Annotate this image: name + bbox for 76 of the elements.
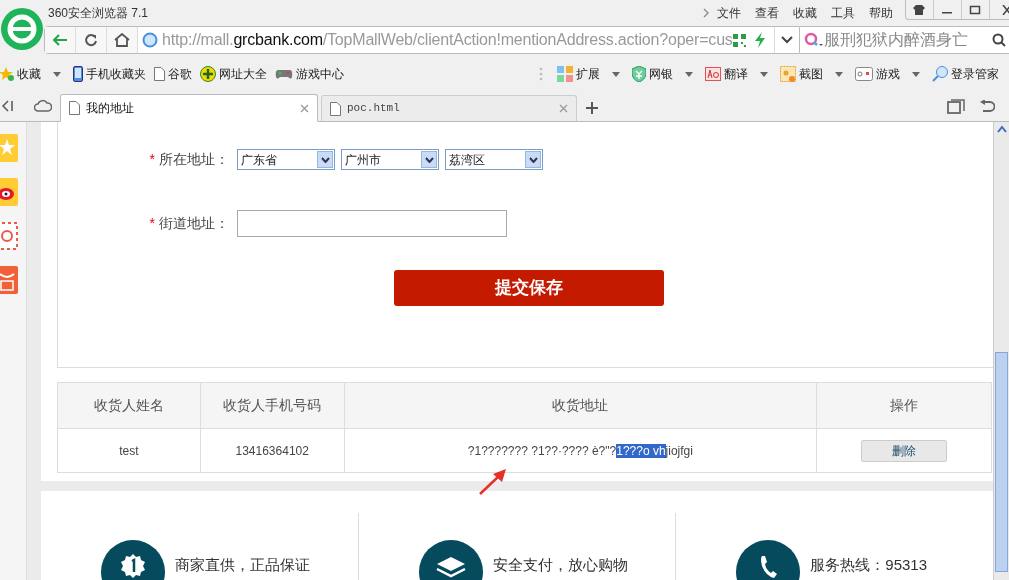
feature-text: 安全支付，放心购物 [492,554,628,575]
street-input-field[interactable] [237,210,507,237]
shopping-bag-icon[interactable] [0,266,18,294]
dropdown-select[interactable]: 广州市 [341,149,439,170]
caret-icon[interactable] [612,71,620,77]
bookmark-link[interactable]: 网址大全 [200,65,267,83]
undo-icon[interactable] [979,100,995,114]
delete-button[interactable]: 删除 [861,439,948,462]
maximize-icon[interactable] [969,4,982,15]
extension-button[interactable]: 游戏 [855,65,900,83]
collapse-icon[interactable] [2,99,16,113]
column-header: 收货人姓名 [57,382,201,429]
field-label: 街道地址： [159,214,229,233]
menu-item[interactable]: 帮助 [868,4,893,22]
feature-text: 商家直供，正品保证 [175,554,310,575]
magnifier-icon[interactable] [932,66,948,82]
translate-icon[interactable] [705,67,721,81]
caret-icon[interactable] [912,71,920,77]
page-icon [330,101,341,116]
page-icon [69,101,80,115]
close-icon[interactable] [1000,4,1009,15]
annotation-arrow [478,468,508,496]
feature-text: 服务热线：95313 [810,554,928,575]
extension-button[interactable]: 翻译 [705,65,748,83]
bookmark-link[interactable]: 游戏中心 [275,65,344,83]
menu-item[interactable]: 文件 [716,4,741,22]
star-icon[interactable] [0,67,14,81]
bookmark-link[interactable]: 谷歌 [154,65,192,83]
extension-button[interactable]: 网银 [632,65,673,83]
page-icon[interactable] [154,67,165,81]
extension-button[interactable]: 扩展 [557,65,600,83]
search-icon[interactable] [991,33,1006,47]
required-asterisk: * [149,214,155,233]
chevron-icon[interactable] [702,8,709,18]
table-cell: 13416364102 [200,428,345,473]
gamepad-icon[interactable] [275,68,293,80]
caret-icon[interactable] [760,71,768,77]
column-header: 收货地址 [344,382,817,429]
column-header: 收货人手机号码 [200,382,345,429]
menu-item[interactable]: 收藏 [792,4,817,22]
extension-button[interactable]: 登录管家 [932,65,999,83]
bookmark-link[interactable]: 收藏 [0,65,41,83]
scrollbar-thumb[interactable] [995,352,1008,572]
required-asterisk: * [149,150,155,169]
browser-tab[interactable]: poc.html [321,95,577,121]
weibo-icon[interactable] [0,178,18,206]
gamepad-icon[interactable] [855,67,873,81]
cloud-icon[interactable] [34,99,52,113]
menu-item[interactable]: 查看 [754,4,779,22]
browser-tab[interactable]: 我的地址 [60,94,318,122]
shield-icon[interactable] [632,66,646,82]
field-label: 所在地址： [159,150,229,169]
tab-title: 我的地址 [86,100,135,117]
search-field[interactable]: 服刑犯狱内醉酒身亡 [799,26,1009,54]
window-list-icon[interactable] [947,99,965,115]
dropdown-select[interactable]: 荔湾区 [445,149,543,170]
caret-icon[interactable] [53,71,61,77]
dropdown-select[interactable]: 广东省 [237,149,335,170]
grip-icon [539,67,543,81]
phone-icon[interactable] [73,66,83,82]
plus-icon[interactable] [586,102,598,114]
star-icon[interactable] [0,134,18,162]
mail-icon[interactable] [0,222,18,250]
plus-circle-icon[interactable] [200,66,216,82]
submit-button[interactable]: 提交保存 [394,270,664,306]
caret-icon[interactable] [835,71,843,77]
bookmark-link[interactable]: 手机收藏夹 [73,65,146,83]
extension-button[interactable]: 截图 [780,65,823,83]
table-cell: test [57,428,201,473]
shirt-icon[interactable] [913,4,926,15]
tab-title: poc.html [347,101,401,117]
window-title: 360安全浏览器 7.1 [48,5,149,22]
menu-item[interactable]: 工具 [830,4,855,22]
search-engine-icon[interactable] [803,32,824,48]
column-header: 操作 [816,382,992,429]
caret-icon[interactable] [685,71,693,77]
